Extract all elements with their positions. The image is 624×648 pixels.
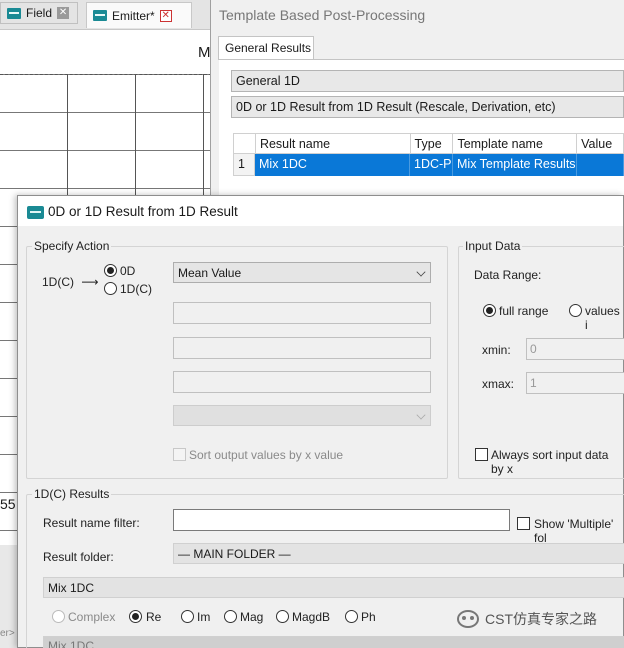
result-folder-select[interactable]: — MAIN FOLDER —: [173, 543, 624, 564]
filter-label: Result name filter:: [43, 516, 140, 530]
category-combo[interactable]: General 1D: [231, 70, 624, 92]
radio-complex: [52, 610, 65, 623]
table-cell[interactable]: [577, 154, 624, 176]
wechat-icon: [457, 610, 479, 628]
result-name-filter-input[interactable]: [173, 509, 510, 531]
tab-field-label: Field: [26, 6, 53, 20]
dialog-title: 0D or 1D Result from 1D Result: [48, 204, 238, 219]
tab-field[interactable]: Field ✕: [0, 2, 78, 24]
sort-output-checkbox: [173, 448, 186, 461]
close-icon[interactable]: ✕: [57, 7, 70, 19]
xmin-label: xmin:: [482, 343, 511, 357]
parameter-field-1: [173, 302, 431, 324]
specify-action-label: Specify Action: [32, 239, 112, 253]
chevron-down-icon: [416, 267, 426, 277]
input-data-label: Input Data: [463, 239, 523, 253]
xmax-label: xmax:: [482, 377, 515, 391]
parameter-select: [173, 405, 431, 426]
radio-re[interactable]: [129, 610, 142, 623]
table-row[interactable]: 1 Mix 1DC 1DC-P Mix Template Results: [233, 154, 624, 176]
results-table: Result name Type Template name Value 1 M…: [233, 133, 624, 176]
xmax-value: 1: [530, 376, 537, 390]
result-icon: [93, 10, 107, 21]
results-group-label: 1D(C) Results: [32, 487, 112, 501]
document-tab-bar: Field ✕ Emitter* ✕: [0, 0, 212, 30]
plot-title: M: [198, 44, 211, 61]
show-multiple-label: Show 'Multiple' fol: [534, 517, 614, 545]
operation-value: Mean Value: [178, 266, 242, 280]
input-type-text: 1D(C): [42, 275, 74, 289]
data-range-label: Data Range:: [474, 268, 542, 282]
always-sort-checkbox[interactable]: [475, 448, 488, 461]
input-type-label: 1D(C) ⟶: [42, 275, 99, 289]
radio-mag-label: Mag: [240, 610, 264, 624]
watermark-text: CST仿真专家之路: [485, 611, 597, 627]
radio-0d-label: 0D: [120, 264, 136, 278]
table-header-cell[interactable]: Value: [577, 134, 624, 153]
always-sort-label: Always sort input data by x: [491, 448, 609, 476]
radio-im[interactable]: [181, 610, 194, 623]
table-header-cell[interactable]: Result name: [256, 134, 411, 153]
table-cell[interactable]: Mix Template Results: [453, 154, 577, 176]
table-header-cell[interactable]: Template name: [453, 134, 578, 153]
radio-im-label: Im: [197, 610, 211, 624]
chevron-down-icon: [416, 410, 426, 420]
radio-full-range-label: full range: [499, 304, 549, 318]
table-header-cell: [234, 134, 256, 153]
xmax-field: 1: [526, 372, 624, 394]
result-list-item[interactable]: Mix 1DC: [43, 636, 624, 648]
window-title: Template Based Post-Processing: [219, 7, 426, 23]
result-icon: [7, 7, 21, 19]
radio-magdb-label: MagdB: [292, 610, 331, 624]
radio-complex-label: Complex: [68, 610, 116, 624]
template-combo[interactable]: 0D or 1D Result from 1D Result (Rescale,…: [231, 96, 624, 118]
row-number[interactable]: 1: [233, 154, 255, 176]
tab-emitter[interactable]: Emitter* ✕: [86, 2, 192, 28]
radio-0d[interactable]: [104, 264, 117, 277]
table-header: Result name Type Template name Value: [233, 133, 624, 154]
radio-values-range[interactable]: [569, 304, 582, 317]
dialog-titlebar[interactable]: 0D or 1D Result from 1D Result: [18, 196, 623, 226]
parameter-field-2: [173, 337, 431, 359]
result-dialog: 0D or 1D Result from 1D Result Specify A…: [17, 195, 624, 648]
watermark: CST仿真专家之路: [457, 609, 597, 629]
xmin-value: 0: [530, 342, 537, 356]
show-multiple-checkbox[interactable]: [517, 517, 530, 530]
selected-result-item[interactable]: Mix 1DC: [43, 577, 624, 598]
operation-select[interactable]: Mean Value: [173, 262, 431, 283]
table-cell[interactable]: Mix 1DC: [255, 154, 410, 176]
radio-magdb[interactable]: [276, 610, 289, 623]
radio-1dc[interactable]: [104, 282, 117, 295]
app-icon: [27, 206, 44, 219]
radio-mag[interactable]: [224, 610, 237, 623]
sort-output-label: Sort output values by x value: [189, 448, 344, 462]
radio-ph-label: Ph: [361, 610, 376, 624]
axis-tick-label: 55: [0, 496, 16, 512]
radio-values-range-label: values i: [585, 304, 620, 332]
radio-re-label: Re: [146, 610, 162, 624]
close-icon[interactable]: ✕: [159, 9, 172, 22]
table-cell[interactable]: 1DC-P: [410, 154, 453, 176]
parameter-field-3: [173, 371, 431, 393]
radio-1dc-label: 1D(C): [120, 282, 152, 296]
table-header-cell[interactable]: Type: [411, 134, 454, 153]
tab-emitter-label: Emitter*: [112, 8, 155, 23]
folder-label: Result folder:: [43, 550, 114, 564]
xmin-field: 0: [526, 338, 624, 360]
radio-ph[interactable]: [345, 610, 358, 623]
radio-full-range[interactable]: [483, 304, 496, 317]
tab-general-results[interactable]: General Results: [218, 36, 314, 60]
arrow-icon: ⟶: [81, 275, 99, 289]
